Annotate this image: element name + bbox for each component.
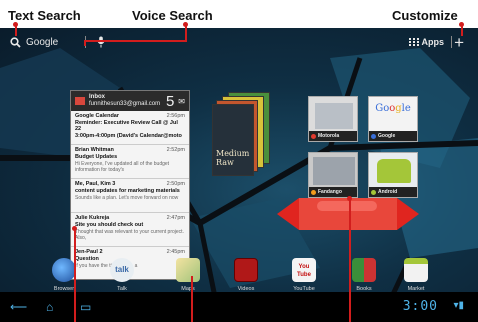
email-snippet: Hi Everyone, I've updated all of the bud… (75, 161, 170, 173)
customize-callout: Customize (392, 8, 458, 23)
bookmark-tile-fandango[interactable]: Fandango (308, 152, 358, 198)
dock-videos[interactable]: Videos (226, 258, 266, 292)
dock-talk[interactable]: talk Talk (102, 258, 142, 292)
android-icon (371, 189, 376, 195)
email-sender: Brian Whitman (75, 147, 114, 153)
email-sender: Google Calendar (75, 113, 120, 119)
youtube-icon: You Tube (292, 258, 316, 282)
book-cover-front[interactable]: Medium Raw (212, 104, 254, 176)
apps-label: Apps (421, 37, 445, 47)
bookmark-label: Google (378, 133, 396, 139)
bookmark-tile-motorola[interactable]: Motorola (308, 96, 358, 142)
email-widget[interactable]: Inbox funnithesun33@gmail.com 5 ✉ Google… (70, 90, 190, 280)
apps-button[interactable]: Apps (408, 37, 445, 47)
signal-icon: ▾▮ (453, 300, 464, 311)
email-snippet: Sounds like a plan. Let's move forward o… (75, 195, 179, 201)
dock-youtube[interactable]: You Tube YouTube (284, 258, 324, 292)
voice-search-callout: Voice Search (132, 8, 213, 23)
recent-apps-icon[interactable]: ▭ (80, 300, 91, 314)
map-icon (176, 258, 200, 282)
top-bar: Google Apps + (0, 28, 478, 56)
google-label: Google (26, 36, 59, 48)
dock-maps[interactable]: Maps (168, 258, 208, 292)
email-account: funnithesun33@gmail.com (89, 101, 161, 107)
customize-plus-button[interactable]: + (454, 34, 464, 51)
home-icon[interactable]: ⌂ (46, 300, 53, 314)
talk-icon: talk (110, 258, 134, 282)
email-widget-header: Inbox funnithesun33@gmail.com 5 ✉ (71, 91, 189, 111)
film-icon (234, 258, 258, 282)
google-icon (371, 133, 376, 139)
email-sender: Jen-Paul 2 (75, 249, 103, 255)
back-icon[interactable]: ⟵ (10, 300, 27, 314)
email-time: 2:47pm (166, 215, 185, 221)
email-subject: Reminder: Executive Review Call @ Jul 22 (75, 120, 178, 132)
email-time: 2:50pm (166, 181, 185, 187)
email-sender: Julie Kukreja (75, 215, 110, 221)
bookmark-label: Fandango (318, 189, 342, 195)
email-time: 2:45pm (166, 249, 185, 255)
callout-leader (74, 228, 76, 322)
bookmark-thumbnail (313, 157, 355, 185)
books-icon (352, 258, 376, 282)
bookmark-thumbnail (315, 103, 353, 129)
system-bar: ⟵ ⌂ ▭ 3:00 ▾▮ (0, 292, 478, 322)
callout-leader (84, 40, 187, 42)
home-screen: Google Apps + Inbox funnithesun33@gmail.… (0, 28, 478, 322)
bookmark-tile-google[interactable]: Google Google (368, 96, 418, 142)
shopping-bag-icon (404, 258, 428, 282)
email-item[interactable]: Julie Kukreja 2:47pm Site you should chec… (71, 213, 189, 247)
bookmark-label: Android (378, 189, 398, 195)
dock-market[interactable]: Market (396, 258, 436, 292)
dock-browser[interactable]: Browser (44, 258, 84, 292)
email-snippet: 3:00pm-4:00pm (David's Calendar@moto (75, 133, 182, 139)
unread-count: 5 (165, 92, 175, 110)
callout-dot (347, 196, 352, 201)
youtube-glyph: You Tube (297, 264, 311, 278)
grid-icon (408, 38, 419, 46)
email-subject: content updates for marketing materials (75, 188, 180, 194)
callout-leader (15, 24, 17, 36)
motorola-icon (311, 133, 316, 139)
email-subject: Budget Updates (75, 154, 118, 160)
email-widget-title: Inbox (89, 94, 105, 100)
globe-icon (52, 258, 76, 282)
callout-dot (183, 22, 188, 27)
email-item[interactable]: Google Calendar 2:56pm Reminder: Executiv… (71, 111, 189, 145)
text-search-callout: Text Search (8, 8, 81, 23)
compose-icon[interactable]: ✉ (178, 97, 185, 106)
callout-leader (349, 198, 351, 322)
search-icon[interactable] (10, 36, 21, 48)
email-item[interactable]: Brian Whitman 2:52pm Budget Updates Hi Ev… (71, 145, 189, 179)
android-thumbnail (377, 159, 411, 183)
google-search-bar[interactable]: Google (10, 36, 105, 48)
apps-divider (451, 36, 452, 48)
google-logo-thumbnail: Google (375, 103, 411, 114)
mail-icon (75, 97, 85, 105)
email-subject: Site you should check out (75, 222, 144, 228)
email-time: 2:56pm (166, 113, 185, 119)
books-widget[interactable]: Medium Raw (212, 92, 272, 182)
email-item[interactable]: Me, Paul, Kim 3 2:50pm content updates fo… (71, 179, 189, 213)
talk-glyph: talk (115, 265, 129, 274)
fandango-icon (311, 189, 316, 195)
callout-dot (72, 226, 77, 231)
drag-arrow-icon (277, 198, 419, 230)
callout-leader (191, 276, 193, 322)
bookmark-tile-android[interactable]: Android (368, 152, 418, 198)
email-snippet: Thought that was relevant to your curren… (75, 229, 184, 241)
book-title: Medium Raw (216, 149, 250, 167)
microphone-icon[interactable] (97, 36, 105, 48)
callout-leader (461, 24, 463, 36)
screenshot-root: Text Search Voice Search Customize Googl… (0, 0, 478, 322)
bookmark-label: Motorola (318, 133, 340, 139)
email-sender: Me, Paul, Kim 3 (75, 181, 116, 187)
clock: 3:00 (402, 299, 438, 314)
email-time: 2:52pm (166, 147, 185, 153)
